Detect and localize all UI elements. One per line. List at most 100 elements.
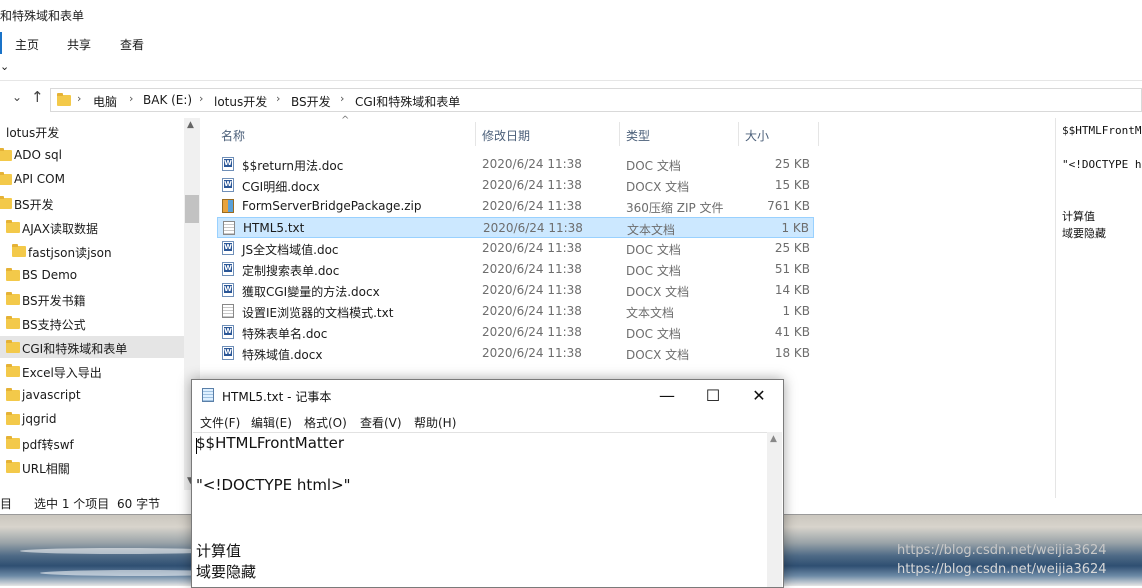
close-button[interactable]: ✕ — [736, 382, 782, 410]
file-type: DOC 文档 — [626, 327, 681, 341]
table-row[interactable]: JS全文档域值.doc 2020/6/24 11:38 DOC 文档 25 KB — [217, 238, 814, 259]
file-date: 2020/6/24 11:38 — [482, 304, 582, 318]
file-size: 1 KB — [782, 304, 810, 318]
column-divider[interactable] — [619, 122, 620, 146]
column-header-name[interactable]: 名称 — [221, 127, 245, 144]
minimize-button[interactable]: — — [644, 382, 690, 410]
ribbon-tabs: 主页 共享 查看 — [0, 30, 1142, 58]
breadcrumb-item[interactable]: BAK (E:) — [143, 93, 192, 107]
sidebar-item[interactable]: URL相關 — [0, 456, 184, 478]
file-type: DOCX 文档 — [626, 180, 690, 194]
notepad-title: HTML5.txt - 记事本 — [222, 390, 332, 404]
file-size: 18 KB — [774, 346, 810, 360]
menu-help[interactable]: 帮助(H) — [414, 414, 456, 431]
column-divider[interactable] — [818, 122, 819, 146]
explorer-titlebar[interactable]: 和特殊域和表单 — [0, 0, 1142, 30]
sidebar-item-label: fastjson读json — [28, 246, 112, 260]
sidebar-item[interactable]: ADO sql — [0, 144, 184, 166]
breadcrumb-separator-icon[interactable]: › — [276, 92, 280, 105]
word-document-icon — [222, 178, 234, 192]
folder-icon — [6, 268, 20, 281]
table-row[interactable]: FormServerBridgePackage.zip 2020/6/24 11:… — [217, 196, 814, 217]
file-size: 14 KB — [774, 283, 810, 297]
column-header-type[interactable]: 类型 — [626, 127, 650, 144]
sidebar-item-label: BS Demo — [22, 268, 78, 282]
tab-share[interactable]: 共享 — [67, 36, 91, 53]
ribbon-expand-icon[interactable]: ⌄ — [0, 60, 9, 73]
menu-view[interactable]: 查看(V) — [360, 414, 402, 431]
watermark: https://blog.csdn.net/weijia3624 — [897, 543, 1107, 558]
file-size: 25 KB — [774, 157, 810, 171]
status-selected: 选中 1 个项目 — [34, 497, 110, 511]
menu-edit[interactable]: 编辑(E) — [251, 414, 292, 431]
table-row[interactable]: 定制搜索表单.doc 2020/6/24 11:38 DOC 文档 51 KB — [217, 259, 814, 280]
column-divider[interactable] — [738, 122, 739, 146]
folder-icon — [12, 244, 26, 257]
notepad-text-area[interactable]: $$HTMLFrontMatter "<!DOCTYPE html>" 计算值 … — [193, 432, 767, 588]
tab-view[interactable]: 查看 — [120, 36, 144, 53]
file-name: 獲取CGI變量的方法.docx — [242, 285, 380, 299]
breadcrumb-item[interactable]: BS开发 — [291, 93, 331, 110]
address-bar[interactable]: › 电脑 › BAK (E:) › lotus开发 › BS开发 › CGI和特… — [50, 88, 1142, 112]
sidebar-item[interactable]: BS开发书籍 — [0, 288, 184, 310]
table-row[interactable]: 獲取CGI變量的方法.docx 2020/6/24 11:38 DOCX 文档 14 … — [217, 280, 814, 301]
folder-icon — [6, 316, 20, 329]
sidebar-item[interactable]: BS开发 — [0, 192, 184, 214]
file-date: 2020/6/24 11:38 — [482, 241, 582, 255]
up-arrow-icon[interactable]: ↑ — [31, 88, 44, 106]
sidebar-item[interactable]: javascript — [0, 384, 184, 406]
notepad-window: HTML5.txt - 记事本 — ☐ ✕ 文件(F) 编辑(E) 格式(O) … — [191, 379, 784, 588]
word-document-icon — [222, 157, 234, 171]
column-header-size[interactable]: 大小 — [745, 127, 769, 144]
breadcrumb-separator-icon[interactable]: › — [340, 92, 344, 105]
table-row[interactable]: CGI明细.docx 2020/6/24 11:38 DOCX 文档 15 KB — [217, 175, 814, 196]
breadcrumb-item[interactable]: 电脑 — [93, 93, 117, 110]
preview-line: "<!DOCTYPE h — [1062, 158, 1142, 171]
table-row[interactable]: 特殊表单名.doc 2020/6/24 11:38 DOC 文档 41 KB — [217, 322, 814, 343]
breadcrumb-separator-icon[interactable]: › — [77, 92, 81, 105]
nav-scrollbar-thumb[interactable] — [185, 195, 199, 223]
tab-home[interactable]: 主页 — [15, 36, 39, 53]
sidebar-item[interactable]: CGI和特殊域和表单 — [0, 336, 184, 358]
breadcrumb-separator-icon[interactable]: › — [129, 92, 133, 105]
word-document-icon — [222, 283, 234, 297]
menu-format[interactable]: 格式(O) — [304, 414, 347, 431]
sidebar-item-label: ADO sql — [14, 148, 62, 162]
file-date: 2020/6/24 11:38 — [482, 157, 582, 171]
breadcrumb-separator-icon[interactable]: › — [199, 92, 203, 105]
scroll-up-icon[interactable]: ▲ — [770, 434, 777, 444]
sidebar-item[interactable]: BS Demo — [0, 264, 184, 286]
scroll-up-icon[interactable]: ▲ — [187, 120, 194, 130]
sidebar-item[interactable]: BS支持公式 — [0, 312, 184, 334]
sidebar-item-label: BS开发 — [14, 198, 54, 212]
preview-line: 计算值 — [1062, 210, 1095, 223]
breadcrumb-item-current[interactable]: CGI和特殊域和表单 — [355, 93, 460, 110]
maximize-button[interactable]: ☐ — [690, 382, 736, 410]
file-name: 特殊域值.docx — [242, 348, 323, 362]
sidebar-item[interactable]: fastjson读json — [0, 240, 184, 262]
recent-locations-chevron-icon[interactable]: ⌄ — [12, 90, 22, 104]
table-row[interactable]: $$return用法.doc 2020/6/24 11:38 DOC 文档 25 KB — [217, 154, 814, 175]
sidebar-item[interactable]: AJAX读取数据 — [0, 216, 184, 238]
table-row[interactable]: 设置IE浏览器的文档模式.txt 2020/6/24 11:38 文本文档 1 KB — [217, 301, 814, 322]
sidebar-item-label: BS开发书籍 — [22, 294, 86, 308]
word-document-icon — [222, 346, 234, 360]
table-row[interactable]: HTML5.txt 2020/6/24 11:38 文本文档 1 KB — [217, 217, 814, 238]
column-divider[interactable] — [475, 122, 476, 146]
file-size: 15 KB — [774, 178, 810, 192]
sidebar-item[interactable]: jqgrid — [0, 408, 184, 430]
breadcrumb-item[interactable]: lotus开发 — [214, 93, 267, 110]
sidebar-item[interactable]: API COM — [0, 168, 184, 190]
file-type: DOCX 文档 — [626, 285, 690, 299]
notepad-scrollbar[interactable]: ▲ — [767, 432, 782, 587]
sidebar-item[interactable]: pdf转swf — [0, 432, 184, 454]
sidebar-item[interactable]: Excel导入导出 — [0, 360, 184, 382]
sidebar-item[interactable]: lotus开发 — [0, 120, 184, 142]
file-date: 2020/6/24 11:38 — [482, 262, 582, 276]
column-header-date[interactable]: 修改日期 — [482, 127, 530, 144]
sidebar-item-label: pdf转swf — [22, 438, 74, 452]
table-row[interactable]: 特殊域值.docx 2020/6/24 11:38 DOCX 文档 18 KB — [217, 343, 814, 364]
file-date: 2020/6/24 11:38 — [482, 199, 582, 213]
menu-file[interactable]: 文件(F) — [200, 414, 240, 431]
status-size: 60 字节 — [117, 497, 161, 511]
